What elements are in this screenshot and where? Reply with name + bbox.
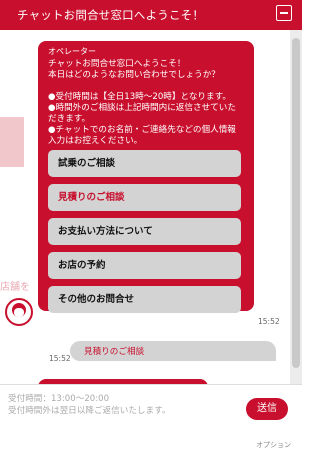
background-faint-text: 店舗を bbox=[0, 282, 30, 293]
placeholder-line: 受付時間：13:00～20:00 bbox=[8, 394, 110, 404]
background-text: る bbox=[3, 219, 16, 233]
operator-avatar bbox=[5, 298, 33, 326]
option-store-reservation-button[interactable]: お店の予約 bbox=[48, 252, 241, 279]
chat-log[interactable]: る 店舗を オペレーター チャットお問合せ窓口へようこそ！ 本日はどのようなお問… bbox=[0, 30, 290, 384]
user-message-bubble: 見積りのご相談 bbox=[70, 341, 276, 361]
minimize-button[interactable] bbox=[276, 5, 292, 21]
option-other-inquiry-button[interactable]: その他のお問合せ bbox=[48, 286, 241, 313]
message-input-placeholder[interactable]: 受付時間：13:00～20:00 受付時間外は翌日以降ご返信いたします。 bbox=[8, 393, 170, 417]
operator-message-line: だきます。 bbox=[48, 114, 91, 124]
chat-scrollbar[interactable] bbox=[290, 30, 302, 384]
message-timestamp: 15:52 bbox=[258, 317, 280, 326]
operator-message-line: 本日はどのようなお問い合わせでしょうか？ bbox=[48, 70, 220, 80]
operator-message-line: ●時間外のご相談は上記時間内に返信させていた bbox=[48, 103, 236, 113]
minimize-icon bbox=[280, 12, 288, 14]
operator-message-line: 入力はお控えください。 bbox=[48, 136, 143, 146]
option-estimate-button[interactable]: 見積りのご相談 bbox=[48, 184, 241, 211]
operator-face-icon bbox=[14, 308, 24, 317]
scrollbar-thumb[interactable] bbox=[292, 38, 300, 368]
user-message-text: 見積りのご相談 bbox=[84, 347, 145, 357]
operator-message-bubble: オペレーター チャットお問合せ窓口へようこそ！ 本日はどのようなお問い合わせでし… bbox=[38, 41, 254, 313]
chat-header: チャットお問合せ窓口へようこそ！ bbox=[0, 0, 302, 30]
chat-widget: チャットお問合せ窓口へようこそ！ る 店舗を オペレーター チャットお問合せ窓口… bbox=[0, 0, 302, 450]
background-banner: る bbox=[0, 117, 24, 233]
operator-message-line: ●チャットでのお名前・ご連絡先などの個人情報 bbox=[48, 125, 236, 135]
message-input-area[interactable]: 受付時間：13:00～20:00 受付時間外は翌日以降ご返信いたします。 送信 … bbox=[0, 384, 302, 450]
option-test-drive-button[interactable]: 試乗のご相談 bbox=[48, 150, 241, 177]
message-timestamp: 15:52 bbox=[49, 354, 71, 363]
placeholder-line: 受付時間外は翌日以降ご返信いたします。 bbox=[8, 406, 171, 416]
operator-message-line: ●受付時間は【全日13時～20時】となります。 bbox=[48, 92, 231, 102]
operator-label: オペレーター bbox=[48, 47, 96, 56]
send-button[interactable]: 送信 bbox=[246, 398, 288, 420]
option-payment-button[interactable]: お支払い方法について bbox=[48, 218, 241, 245]
options-link[interactable]: オプション bbox=[256, 440, 291, 450]
operator-message-line: チャットお問合せ窓口へようこそ！ bbox=[48, 59, 186, 69]
chat-title: チャットお問合せ窓口へようこそ！ bbox=[17, 8, 205, 22]
